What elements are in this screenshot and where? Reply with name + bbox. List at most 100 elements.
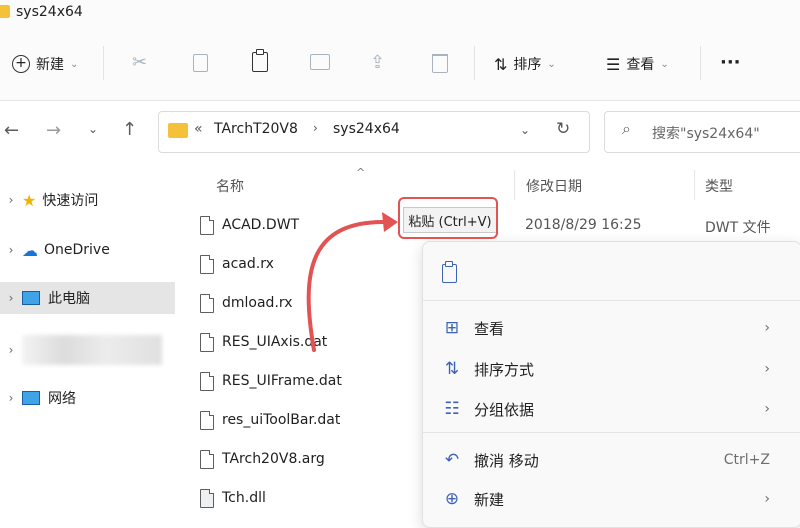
file-icon [200,371,214,391]
group-icon: ☷ [444,399,460,419]
column-header-name[interactable]: 名称 [216,176,244,196]
window-title: sys24x64 [16,4,83,20]
file-row[interactable]: Tch.dll [200,483,266,513]
address-history-chevron-icon[interactable]: ⌄ [520,123,530,137]
file-icon [200,449,214,469]
menu-shortcut: Ctrl+Z [723,452,770,468]
file-name: ACAD.DWT [222,217,300,233]
sidebar-item-network[interactable]: › 网络 [0,382,175,414]
menu-item-undo-move[interactable]: ↶ 撤消 移动 Ctrl+Z [440,442,790,478]
chevron-right-icon: › [8,343,14,357]
chevron-down-icon: ⌄ [660,58,669,70]
file-name: acad.rx [222,256,274,272]
toolbar-divider [700,46,701,80]
breadcrumb-overflow[interactable]: « [194,121,203,137]
breadcrumb-separator-icon: › [313,121,318,135]
new-button[interactable]: + 新建 ⌄ [12,54,78,74]
paste-icon[interactable] [442,261,457,283]
blurred-region [22,335,162,365]
file-name: res_uiToolBar.dat [222,412,341,428]
rename-icon[interactable] [310,54,330,70]
paste-icon[interactable] [252,49,268,72]
sort-icon: ⇅ [444,359,460,379]
delete-icon[interactable] [432,54,448,73]
plus-circle-icon: ⊕ [444,489,460,509]
file-name: TArch20V8.arg [222,451,325,467]
column-divider[interactable] [694,170,695,200]
chevron-right-icon: › [8,291,14,305]
column-divider[interactable] [514,170,515,200]
sort-icon: ⇅ [494,54,508,74]
recent-locations-chevron-icon[interactable]: ⌄ [88,122,98,136]
file-name: Tch.dll [222,490,266,506]
menu-separator [422,300,800,301]
cut-icon[interactable]: ✂ [132,52,147,73]
dll-file-icon [200,488,214,508]
menu-separator [422,432,800,433]
monitor-icon [22,291,40,305]
file-modified: 2018/8/29 16:25 [525,217,642,233]
annotation-highlight-box [398,197,498,239]
submenu-chevron-icon: › [764,401,770,417]
chevron-right-icon: › [8,391,14,405]
breadcrumb-tarch[interactable]: TArchT20V8 [214,121,298,137]
star-icon: ★ [22,190,37,210]
menu-item-new[interactable]: ⊕ 新建 › [440,481,790,517]
chevron-right-icon: › [8,243,14,257]
forward-arrow-icon[interactable]: → [46,120,61,141]
sidebar-item-quick-access[interactable]: › ★ 快速访问 [0,184,175,216]
file-row[interactable]: res_uiToolBar.dat [200,405,340,435]
file-row[interactable]: TArch20V8.arg [200,444,325,474]
breadcrumb-sys24x64[interactable]: sys24x64 [333,121,400,137]
back-arrow-icon[interactable]: ← [4,120,19,141]
sidebar-item-blurred[interactable]: › [0,334,175,366]
chevron-right-icon: › [8,193,14,207]
sidebar-item-label: 快速访问 [42,193,99,209]
menu-item-label: 新建 [474,490,505,509]
sidebar-item-onedrive[interactable]: › ☁ OneDrive [0,234,175,266]
chevron-down-icon: ⌄ [547,58,556,70]
sidebar-item-this-pc[interactable]: › 此电脑 [0,282,175,314]
column-header-type[interactable]: 类型 [705,176,733,196]
file-type: DWT 文件 [705,220,771,236]
undo-icon: ↶ [444,450,460,470]
file-icon [200,332,214,352]
submenu-chevron-icon: › [764,491,770,507]
search-icon: ⌕ [622,119,631,138]
toolbar-divider [103,46,104,80]
view-list-icon: ☰ [606,54,621,74]
file-icon [200,215,214,235]
title-bar: sys24x64 [0,0,800,28]
grid-icon: ⊞ [444,318,460,338]
cloud-icon: ☁ [22,240,38,260]
search-placeholder[interactable]: 搜索"sys24x64" [652,123,760,143]
file-row[interactable]: ACAD.DWT [200,210,299,240]
file-row[interactable]: RES_UIFrame.dat [200,366,342,396]
sort-ascending-icon: ^ [356,166,366,179]
sort-label: 排序 [513,57,542,73]
folder-icon [0,5,10,18]
menu-item-label: 查看 [474,319,505,338]
menu-item-view[interactable]: ⊞ 查看 › [440,310,790,346]
file-row[interactable]: acad.rx [200,249,274,279]
menu-item-group-by[interactable]: ☷ 分组依据 › [440,391,790,427]
menu-item-sort-by[interactable]: ⇅ 排序方式 › [440,351,790,387]
menu-item-label: 撤消 移动 [474,451,539,470]
column-header-modified[interactable]: 修改日期 [526,176,582,196]
annotation-arrow-icon [306,212,398,352]
copy-icon[interactable] [193,54,208,72]
more-options-button[interactable]: ··· [720,52,741,73]
sort-button[interactable]: ⇅ 排序 ⌄ [494,54,556,74]
share-icon[interactable]: ⇪ [370,52,385,73]
chevron-down-icon: ⌄ [70,58,79,70]
plus-circle-icon: + [12,55,30,73]
view-button[interactable]: ☰ 查看 ⌄ [606,54,669,74]
submenu-chevron-icon: › [764,361,770,377]
view-label: 查看 [626,57,655,73]
up-arrow-icon[interactable]: ↑ [122,119,137,140]
command-bar [0,28,800,101]
submenu-chevron-icon: › [764,320,770,336]
file-row[interactable]: dmload.rx [200,288,293,318]
refresh-icon[interactable]: ↻ [556,119,570,139]
menu-item-label: 排序方式 [474,360,535,379]
